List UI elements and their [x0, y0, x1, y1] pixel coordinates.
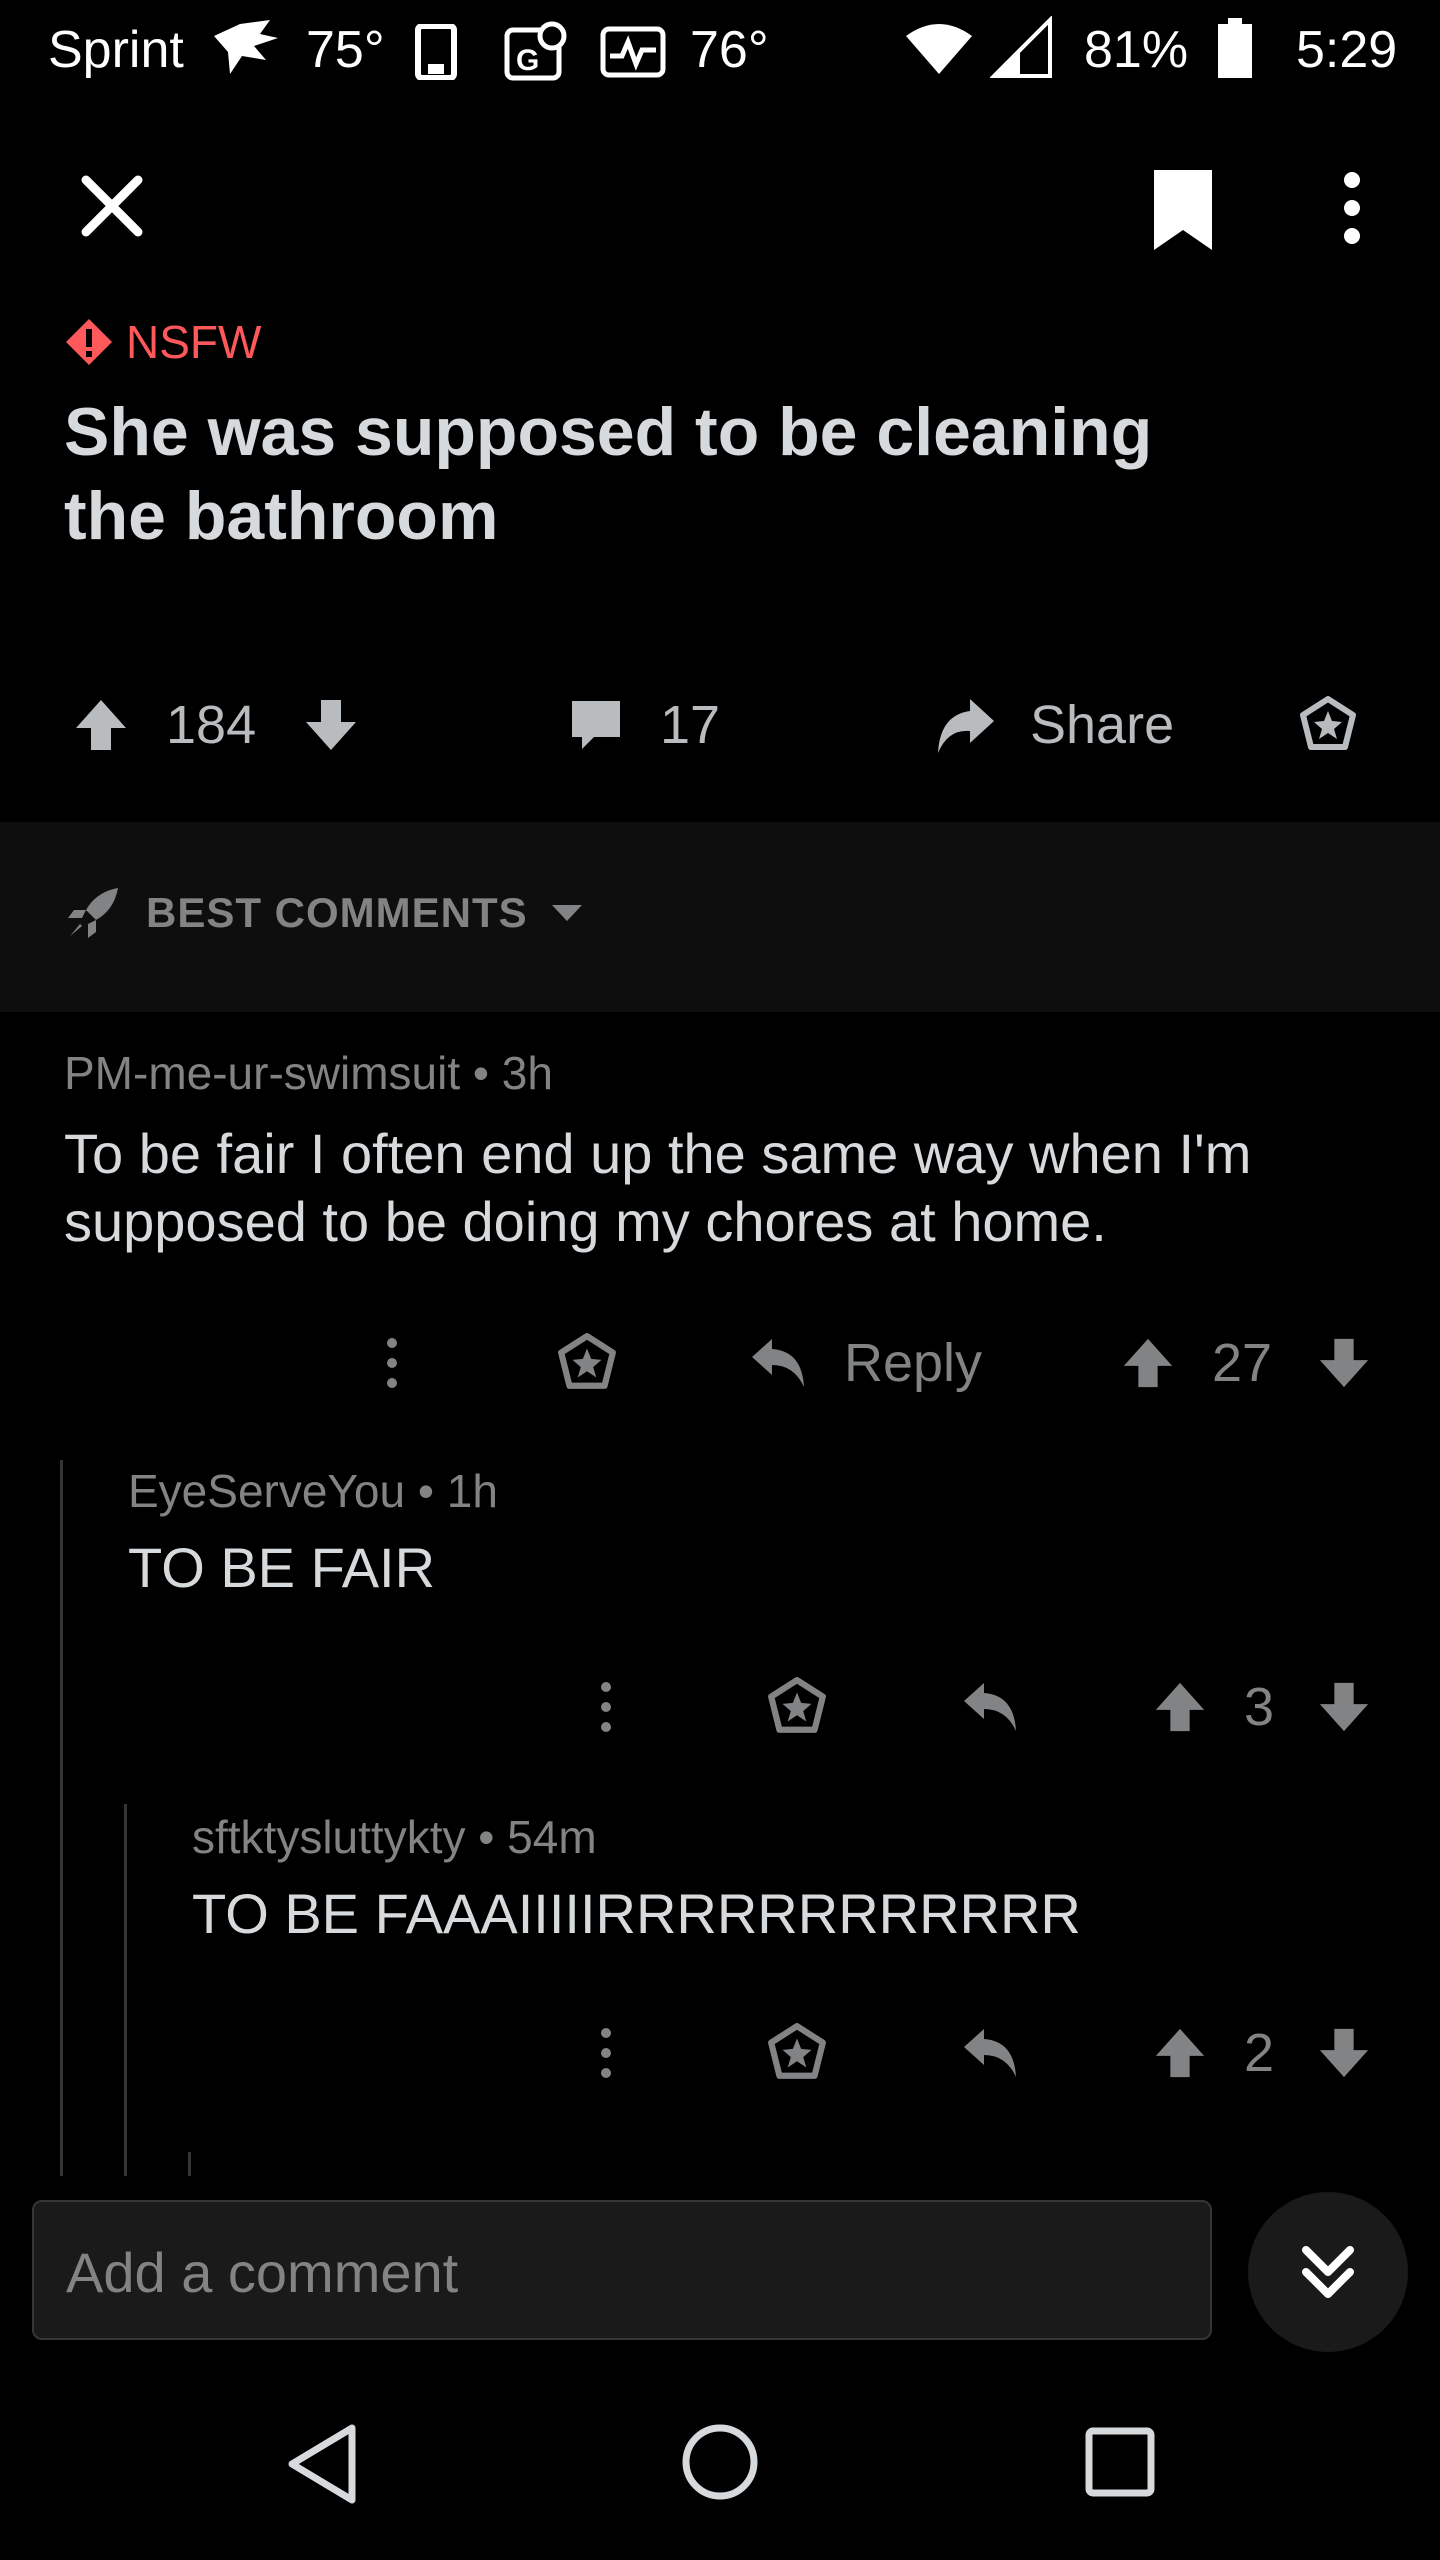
close-icon[interactable]	[76, 170, 148, 247]
comment-body: TO BE FAIR	[128, 1536, 436, 1599]
comment-meta: EyeServeYou • 1h	[128, 1465, 498, 1517]
comment-time: 1h	[446, 1465, 498, 1517]
eagle-icon	[210, 16, 282, 93]
upvote-icon[interactable]	[1152, 2008, 1208, 2098]
comment-count[interactable]: 17	[660, 680, 720, 770]
thread-line[interactable]	[124, 1804, 127, 2176]
comment-input-placeholder: Add a comment	[66, 2241, 459, 2304]
comment-input[interactable]: Add a comment	[32, 2200, 1212, 2340]
rocket-icon	[68, 888, 118, 938]
recents-icon[interactable]	[1084, 2426, 1156, 2503]
battery-icon	[1216, 18, 1254, 93]
post-score: 184	[166, 695, 257, 755]
share-icon[interactable]	[934, 680, 996, 770]
comment-sort-bar[interactable]: BEST COMMENTS	[0, 822, 1440, 1012]
google-maps-icon: G	[504, 20, 568, 95]
comment-author[interactable]: PM-me-ur-swimsuit	[64, 1047, 460, 1099]
home-icon[interactable]	[680, 2422, 760, 2507]
comment-meta: sftktysluttykty • 54m	[192, 1811, 597, 1863]
more-options-icon[interactable]	[594, 2008, 618, 2098]
comment-body: TO BE FAAAIIIIIRRRRRRRRRRRR	[192, 1882, 1081, 1945]
double-chevron-down-icon	[1302, 2246, 1354, 2298]
comment-meta: PM-me-ur-swimsuit • 3h	[64, 1047, 553, 1099]
comment-body: To be fair I often end up the same way w…	[64, 1122, 1252, 1253]
award-icon[interactable]	[766, 2008, 828, 2098]
nsfw-label: NSFW	[126, 316, 262, 368]
reply-icon[interactable]	[960, 2008, 1020, 2098]
comment-time: 3h	[501, 1047, 553, 1099]
temperature-1: 75°	[306, 21, 385, 79]
downvote-icon[interactable]	[302, 680, 360, 770]
status-bar: Sprint 75° G 76° 81% 5:29	[0, 0, 1440, 100]
battery-percent: 81%	[1084, 21, 1189, 79]
thread-line[interactable]	[188, 2152, 191, 2176]
wifi-icon	[904, 22, 974, 87]
post-actions: 184 17 Share	[0, 680, 1440, 770]
sort-label[interactable]: BEST COMMENTS	[146, 889, 528, 937]
signal-icon	[989, 15, 1054, 91]
more-options-icon[interactable]	[380, 1318, 404, 1408]
award-icon[interactable]	[766, 1662, 828, 1752]
comment-actions: 2	[0, 2008, 1440, 2098]
bookmark-icon[interactable]	[1150, 166, 1216, 257]
phone-icon	[414, 23, 458, 93]
award-icon[interactable]	[556, 1318, 618, 1408]
upvote-icon[interactable]	[72, 680, 130, 770]
comment-score: 3	[1244, 1677, 1275, 1737]
award-icon[interactable]	[1298, 680, 1358, 770]
comment-score: 2	[1244, 2023, 1275, 2083]
system-nav-bar	[0, 2380, 1440, 2560]
back-icon[interactable]	[284, 2422, 360, 2511]
comment-score: 27	[1212, 1333, 1273, 1393]
downvote-icon[interactable]	[1316, 1318, 1372, 1408]
comment-actions: Reply 27	[0, 1318, 1440, 1408]
comment-author[interactable]: sftktysluttykty	[192, 1811, 465, 1863]
clock: 5:29	[1296, 21, 1398, 79]
reply-icon[interactable]	[960, 1662, 1020, 1752]
chevron-down-icon[interactable]	[550, 901, 584, 925]
activity-icon	[600, 26, 666, 91]
share-button[interactable]: Share	[1030, 680, 1174, 770]
temperature-2: 76°	[690, 21, 769, 79]
comment-author[interactable]: EyeServeYou	[128, 1465, 405, 1517]
comment-bubble-icon[interactable]	[568, 680, 624, 770]
post-title: She was supposed to be cleaning the bath…	[64, 394, 1153, 554]
upvote-icon[interactable]	[1152, 1662, 1208, 1752]
reply-button[interactable]: Reply	[844, 1318, 982, 1408]
svg-text:G: G	[516, 44, 539, 77]
upvote-icon[interactable]	[1120, 1318, 1176, 1408]
nsfw-badge: NSFW	[64, 312, 261, 372]
downvote-icon[interactable]	[1316, 1662, 1372, 1752]
downvote-icon[interactable]	[1316, 2008, 1372, 2098]
comment-time: 54m	[507, 1811, 597, 1863]
more-options-icon[interactable]	[1334, 170, 1370, 251]
nsfw-warning-icon	[66, 319, 112, 365]
comment-actions: 3	[0, 1662, 1440, 1752]
carrier-label: Sprint	[48, 21, 184, 79]
more-options-icon[interactable]	[594, 1662, 618, 1752]
reply-icon[interactable]	[748, 1318, 808, 1408]
jump-down-button[interactable]	[1248, 2192, 1408, 2352]
